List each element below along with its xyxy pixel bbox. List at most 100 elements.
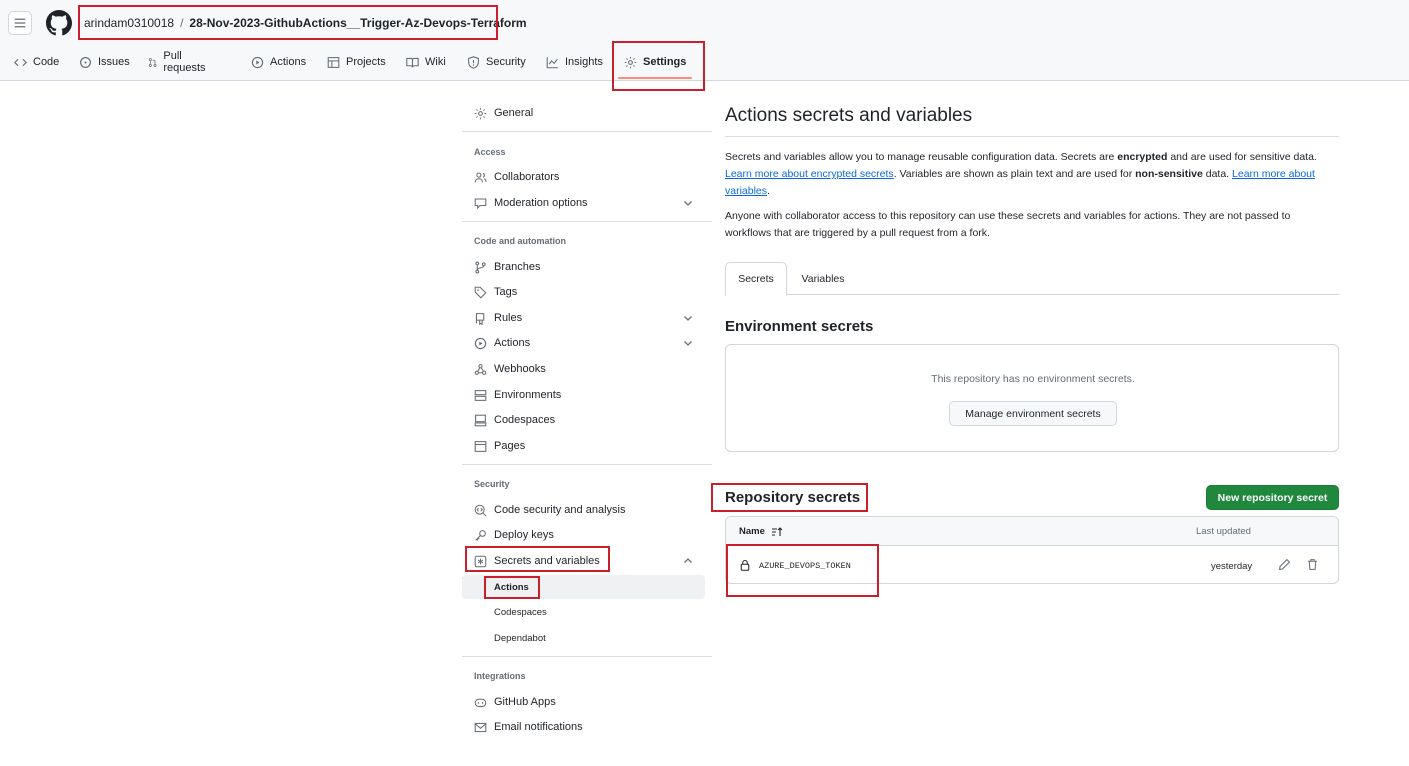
sidebar-item-branches[interactable]: Branches (462, 255, 705, 279)
sidebar-item-rules[interactable]: Rules (462, 306, 705, 330)
secret-name: AZURE_DEVOPS_TOKEN (759, 561, 851, 571)
column-name-header[interactable]: Name (739, 526, 783, 537)
sidebar-subitem-dependabot[interactable]: Dependabot (462, 626, 705, 650)
repo-owner-link[interactable]: arindam0310018 (84, 16, 174, 30)
intro-bold-nonsensitive: non-sensitive (1135, 168, 1203, 180)
graph-icon (546, 56, 558, 68)
repository-secrets-table: Name Last updated AZURE_DEVOPS_TOKEN yes… (725, 516, 1339, 584)
page-title: Actions secrets and variables (725, 105, 973, 126)
tab-label: Insights (565, 56, 603, 68)
chevron-up-icon (684, 558, 692, 563)
sidebar-subitem-actions[interactable]: Actions (462, 575, 705, 599)
pencil-icon[interactable] (1278, 558, 1291, 571)
secret-last-updated: yesterday (1211, 561, 1253, 572)
environment-secrets-box: This repository has no environment secre… (725, 344, 1339, 452)
sidebar-item-label: Codespaces (494, 414, 556, 426)
sidebar-subitem-codespaces[interactable]: Codespaces (462, 600, 705, 624)
intro-text: and are used for sensitive data. (1167, 151, 1317, 163)
github-logo-icon[interactable] (46, 10, 72, 36)
codespaces-icon (474, 414, 487, 426)
tab-wiki[interactable]: Wiki (406, 48, 446, 76)
sidebar-item-label: Deploy keys (494, 529, 554, 541)
sidebar-item-label: General (494, 107, 534, 119)
tab-projects[interactable]: Projects (327, 48, 386, 76)
sidebar-heading-access: Access (474, 147, 506, 157)
tab-code[interactable]: Code (14, 48, 59, 76)
sidebar-item-pages[interactable]: Pages (462, 434, 705, 458)
chevron-down-icon (684, 201, 692, 206)
sidebar-item-actions[interactable]: Actions (462, 331, 705, 355)
tab-label: Security (486, 56, 526, 68)
tab-label: Wiki (425, 56, 446, 68)
intro-text: . (767, 185, 770, 197)
browser-icon (474, 440, 487, 452)
lock-icon (740, 559, 750, 571)
tab-security[interactable]: Security (467, 48, 526, 76)
tab-label: Issues (98, 56, 130, 68)
mail-icon (474, 722, 487, 732)
column-updated-header: Last updated (1196, 526, 1251, 537)
sidebar-heading-integrations: Integrations (474, 671, 526, 681)
tab-label: Settings (643, 56, 687, 68)
sidebar-item-moderation[interactable]: Moderation options (462, 191, 705, 215)
issue-icon (80, 56, 91, 68)
sidebar-item-label: GitHub Apps (494, 696, 556, 708)
sidebar-divider (462, 464, 712, 465)
chevron-down-icon (684, 341, 692, 346)
breadcrumb: arindam0310018 / 28-Nov-2023-GithubActio… (84, 16, 527, 30)
learn-encrypted-secrets-link[interactable]: Learn more about encrypted secrets (725, 168, 894, 180)
sidebar-item-codespaces[interactable]: Codespaces (462, 408, 705, 432)
sidebar-item-github-apps[interactable]: GitHub Apps (462, 690, 705, 714)
webhook-icon (474, 363, 487, 375)
sidebar-item-code-security[interactable]: Code security and analysis (462, 498, 705, 522)
repo-header: arindam0310018 / 28-Nov-2023-GithubActio… (0, 0, 1409, 81)
codescan-icon (474, 504, 487, 517)
repo-push-icon (475, 312, 485, 325)
selected-tab-underline (618, 77, 693, 79)
tab-actions[interactable]: Actions (251, 48, 306, 76)
sidebar-item-general[interactable]: General (462, 101, 705, 125)
menu-button[interactable] (8, 11, 32, 35)
sidebar-heading-security: Security (474, 479, 510, 489)
intro-bold-encrypted: encrypted (1117, 151, 1168, 163)
sidebar-item-tags[interactable]: Tags (462, 280, 705, 304)
tab-label: Projects (346, 56, 386, 68)
sidebar-item-label: Environments (494, 389, 562, 401)
sidebar-item-email-notifications[interactable]: Email notifications (462, 715, 705, 739)
tab-secrets[interactable]: Secrets (725, 262, 787, 296)
tab-pull-requests[interactable]: Pull requests (148, 48, 209, 76)
sidebar-item-label: Email notifications (494, 721, 583, 733)
server-icon (474, 389, 487, 401)
sidebar-item-webhooks[interactable]: Webhooks (462, 357, 705, 381)
new-repository-secret-button[interactable]: New repository secret (1206, 485, 1339, 510)
sidebar-divider (462, 221, 712, 222)
sidebar-item-collaborators[interactable]: Collaborators (462, 165, 705, 189)
tab-variables[interactable]: Variables (791, 262, 855, 295)
manage-environment-secrets-button[interactable]: Manage environment secrets (949, 401, 1117, 426)
trash-icon[interactable] (1306, 558, 1319, 571)
tab-issues[interactable]: Issues (79, 48, 130, 76)
sidebar-item-label: Collaborators (494, 171, 560, 183)
hamburger-icon (14, 18, 26, 28)
intro-text: Secrets and variables allow you to manag… (725, 151, 1118, 163)
breadcrumb-separator: / (180, 16, 184, 30)
tab-insights[interactable]: Insights (546, 48, 603, 76)
sidebar-item-deploy-keys[interactable]: Deploy keys (462, 523, 705, 547)
asterisk-icon (474, 555, 487, 567)
title-divider (725, 136, 1339, 137)
sidebar-item-secrets-variables[interactable]: Secrets and variables (462, 549, 705, 573)
sidebar-item-label: Webhooks (494, 363, 546, 375)
repo-name-link[interactable]: 28-Nov-2023-GithubActions__Trigger-Az-De… (189, 16, 526, 30)
sidebar-item-label: Rules (494, 312, 523, 324)
book-icon (406, 57, 419, 67)
intro-text: data. (1202, 168, 1233, 180)
sidebar-item-label: Branches (494, 261, 541, 273)
gear-icon (624, 56, 637, 68)
comment-icon (474, 198, 487, 209)
sort-icon (771, 526, 783, 536)
tab-settings[interactable]: Settings (618, 48, 693, 79)
empty-state-text: This repository has no environment secre… (931, 373, 1135, 385)
code-icon (14, 58, 27, 66)
environment-secrets-heading: Environment secrets (725, 318, 874, 335)
sidebar-item-environments[interactable]: Environments (462, 383, 705, 407)
